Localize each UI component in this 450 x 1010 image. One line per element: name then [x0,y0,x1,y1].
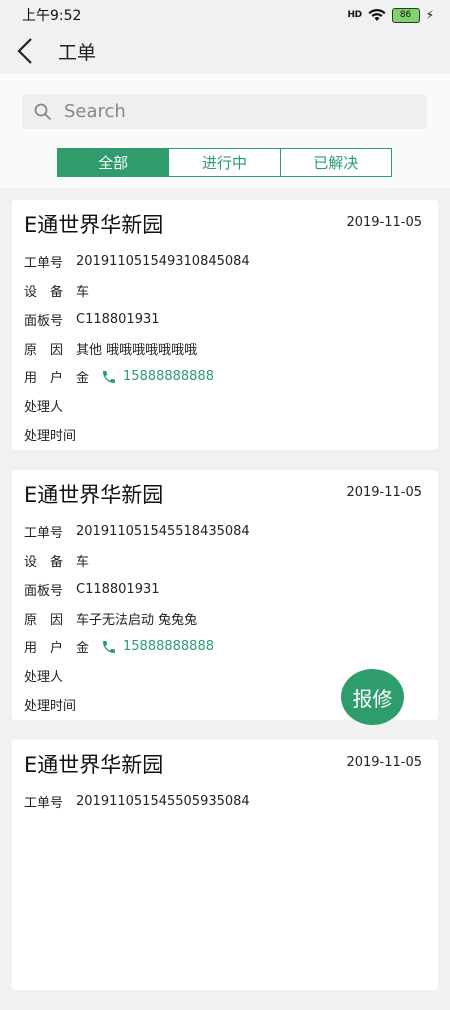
user-label: 用 户 [24,641,64,656]
order-no-value: 201911051549310845084 [76,254,250,269]
device-value: 车 [76,285,90,300]
order-title: E通世界华新园 [24,483,164,507]
report-repair-button[interactable]: 报修 [341,669,404,725]
phone-icon [103,370,116,383]
device-row: 设 备 车 [24,551,89,570]
search-box[interactable] [22,94,427,129]
panel-row: 面板号 C118801931 [24,310,160,329]
search-icon [34,103,52,120]
order-no-row: 工单号 201911051545505935084 [24,792,250,811]
panel-row: 面板号 C118801931 [24,580,160,599]
handler-row: 处理人 [24,666,63,685]
panel-value: C118801931 [76,582,160,597]
order-title: E通世界华新园 [24,753,164,777]
device-label: 设 备 [24,285,64,300]
panel-label: 面板号 [24,314,64,329]
bolt-icon: ⚡ [425,8,434,22]
wifi-icon [368,8,386,21]
phone-link[interactable]: 15888888888 [101,639,214,655]
user-name: 金 [76,641,90,656]
search-area: 全部 进行中 已解决 [0,74,450,188]
order-no-label: 工单号 [24,256,64,271]
reason-label: 原 因 [24,613,64,628]
order-card[interactable]: E通世界华新园 2019-11-05 工单号 20191105154550593… [12,740,438,990]
user-row: 用 户 金 15888888888 [24,367,214,386]
phone-number: 15888888888 [123,369,214,384]
handle-time-label: 处理时间 [24,699,77,714]
status-time: 上午9:52 [22,8,82,24]
order-no-row: 工单号 201911051545518435084 [24,522,250,541]
order-list: E通世界华新园 2019-11-05 工单号 20191105154931084… [12,200,438,1010]
order-no-row: 工单号 201911051549310845084 [24,252,250,271]
order-date: 2019-11-05 [346,485,422,500]
phone-icon [103,640,116,653]
device-value: 车 [76,555,90,570]
battery-icon: 86 [391,7,420,23]
reason-row: 原 因 其他 哦哦哦哦哦哦哦 [24,339,197,358]
order-date: 2019-11-05 [346,215,422,230]
app-header: 工单 [0,30,450,72]
reason-row: 原 因 车子无法启动 兔兔兔 [24,609,197,628]
status-icons: HD 86 ⚡ [347,7,434,23]
signal-icon: HD [347,10,363,20]
user-name: 金 [76,371,90,386]
order-no-label: 工单号 [24,526,64,541]
handler-label: 处理人 [24,670,64,685]
tab-in-progress[interactable]: 进行中 [169,149,281,176]
tab-resolved[interactable]: 已解决 [280,149,391,176]
order-no-value: 201911051545505935084 [76,794,250,809]
panel-value: C118801931 [76,312,160,327]
device-label: 设 备 [24,555,64,570]
order-no-value: 201911051545518435084 [76,524,250,539]
handle-time-label: 处理时间 [24,429,77,444]
status-bar: 上午9:52 HD 86 ⚡ [0,0,450,30]
handle-time-row: 处理时间 [24,425,76,444]
tab-all[interactable]: 全部 [58,149,170,176]
panel-label: 面板号 [24,584,64,599]
order-title: E通世界华新园 [24,213,164,237]
handle-time-row: 处理时间 [24,695,76,714]
back-button[interactable] [0,30,50,72]
chevron-left-icon [17,38,32,64]
reason-value: 车子无法启动 兔兔兔 [76,613,198,628]
handler-label: 处理人 [24,400,64,415]
search-input[interactable] [62,100,386,123]
reason-value: 其他 哦哦哦哦哦哦哦 [76,343,198,358]
order-card[interactable]: E通世界华新园 2019-11-05 工单号 20191105154931084… [12,200,438,450]
phone-number: 15888888888 [123,639,214,654]
user-row: 用 户 金 15888888888 [24,637,214,656]
phone-link[interactable]: 15888888888 [101,369,214,385]
order-date: 2019-11-05 [346,755,422,770]
reason-label: 原 因 [24,343,64,358]
handler-row: 处理人 [24,396,63,415]
device-row: 设 备 车 [24,281,89,300]
user-label: 用 户 [24,371,64,386]
page-title: 工单 [58,41,97,64]
status-tabs: 全部 进行中 已解决 [57,148,392,177]
order-no-label: 工单号 [24,796,64,811]
